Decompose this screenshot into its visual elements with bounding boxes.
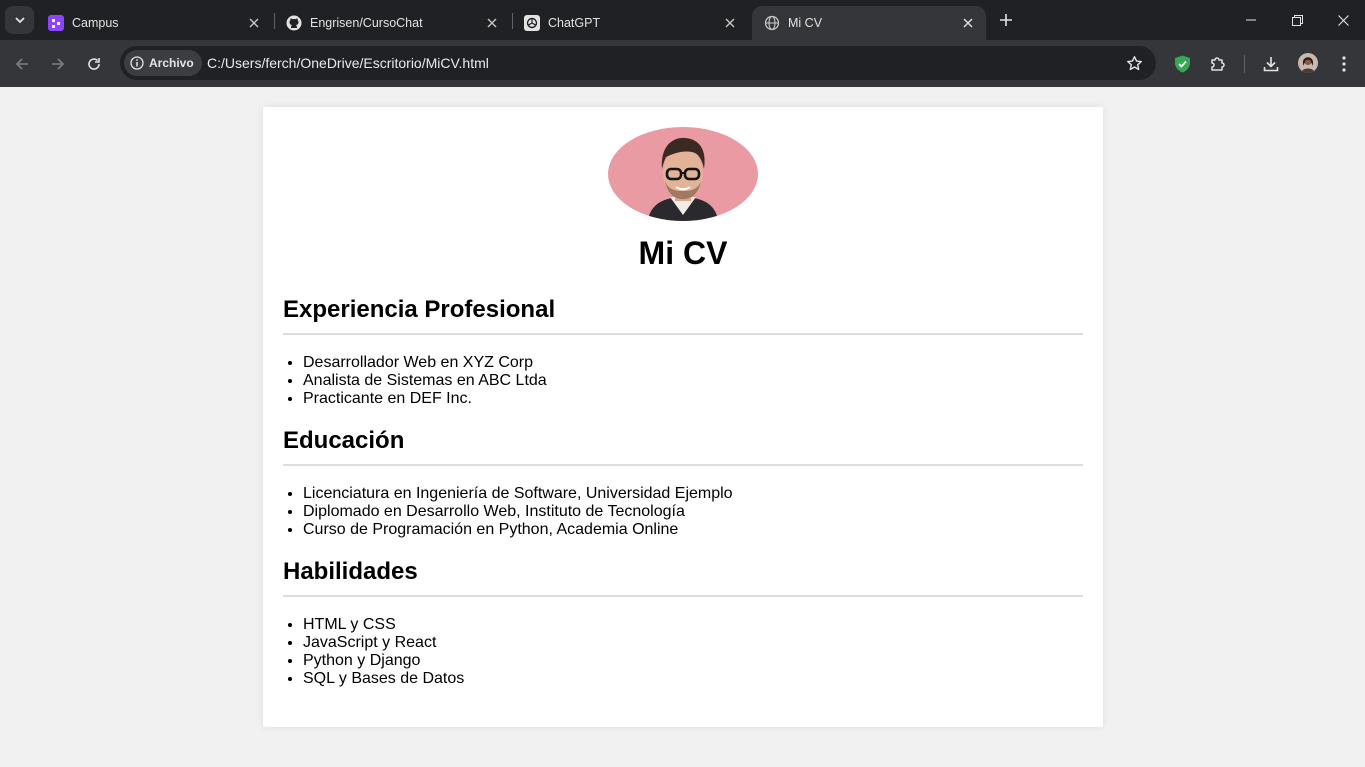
section-educacion: Educación Licenciatura en Ingeniería de … [283,426,1083,539]
list-item: JavaScript y React [303,634,1083,652]
browser-toolbar: Archivo C:/Users/ferch/OneDrive/Escritor… [0,40,1365,87]
close-icon[interactable] [722,15,738,31]
tab-chatgpt[interactable]: ChatGPT [512,6,748,40]
list-item: Python y Django [303,652,1083,670]
tab-title: Mi CV [788,16,823,30]
menu-button[interactable] [1330,50,1358,78]
chevron-down-icon [14,17,25,24]
back-button[interactable] [8,50,36,78]
toolbar-divider [1244,55,1245,73]
restore-button[interactable] [1274,0,1320,40]
shield-icon [1174,55,1190,73]
arrow-right-icon [52,58,65,70]
section-heading: Educación [283,426,1083,466]
close-icon[interactable] [246,15,262,31]
tab-title: Engrisen/CursoChat [310,16,423,30]
profile-photo [608,127,758,221]
list-item: Analista de Sistemas en ABC Ltda [303,372,1083,390]
list-item: Practicante en DEF Inc. [303,390,1083,408]
page-viewport: Mi CV Experiencia Profesional Desarrolla… [0,87,1365,767]
minimize-icon [1246,19,1256,21]
download-icon [1263,57,1279,72]
profile-avatar[interactable] [1298,53,1318,73]
skills-list: HTML y CSS JavaScript y React Python y D… [283,616,1083,688]
page-title: Mi CV [638,235,728,271]
site-info-chip[interactable]: Archivo [124,50,202,76]
list-item: Licenciatura en Ingeniería de Software, … [303,485,1083,503]
new-tab-button[interactable] [994,8,1018,32]
education-list: Licenciatura en Ingeniería de Software, … [283,485,1083,539]
section-experiencia: Experiencia Profesional Desarrollador We… [283,295,1083,408]
tab-search-button[interactable] [5,6,34,34]
globe-icon [764,15,780,31]
restore-icon [1291,14,1303,26]
puzzle-icon [1211,57,1225,71]
close-icon [1337,14,1349,26]
list-item: Diplomado en Desarrollo Web, Instituto d… [303,503,1083,521]
forward-button[interactable] [44,50,72,78]
tab-campus[interactable]: Campus [36,6,272,40]
extension-shield-button[interactable] [1168,50,1196,78]
github-icon [286,15,302,31]
plus-icon [1000,14,1012,26]
reload-icon [88,58,100,70]
campus-icon [48,15,64,31]
minimize-button[interactable] [1228,0,1274,40]
tab-github[interactable]: Engrisen/CursoChat [274,6,510,40]
section-heading: Habilidades [283,557,1083,597]
list-item: SQL y Bases de Datos [303,670,1083,688]
close-icon[interactable] [960,15,976,31]
list-item: Curso de Programación en Python, Academi… [303,521,1083,539]
close-window-button[interactable] [1320,0,1365,40]
reload-button[interactable] [80,50,108,78]
more-vertical-icon [1342,56,1346,72]
bookmark-star-button[interactable] [1124,53,1144,73]
chatgpt-icon [524,15,540,31]
extensions-button[interactable] [1204,50,1232,78]
star-icon [1126,55,1142,70]
list-item: HTML y CSS [303,616,1083,634]
arrow-left-icon [15,58,28,70]
section-heading: Experiencia Profesional [283,295,1083,335]
info-icon [130,56,144,70]
tab-title: ChatGPT [548,16,601,30]
downloads-button[interactable] [1257,50,1285,78]
url-text[interactable]: C:/Users/ferch/OneDrive/Escritorio/MiCV.… [207,55,489,71]
tab-strip: Campus Engrisen/CursoChat ChatGPT Mi CV [0,0,1365,40]
cv-container: Mi CV Experiencia Profesional Desarrolla… [263,107,1103,727]
tab-title: Campus [72,16,119,30]
site-info-label: Archivo [149,56,194,70]
address-bar[interactable]: Archivo C:/Users/ferch/OneDrive/Escritor… [120,46,1156,80]
section-habilidades: Habilidades HTML y CSS JavaScript y Reac… [283,557,1083,688]
experience-list: Desarrollador Web en XYZ Corp Analista d… [283,354,1083,408]
list-item: Desarrollador Web en XYZ Corp [303,354,1083,372]
tab-mi-cv[interactable]: Mi CV [752,6,986,40]
close-icon[interactable] [484,15,500,31]
